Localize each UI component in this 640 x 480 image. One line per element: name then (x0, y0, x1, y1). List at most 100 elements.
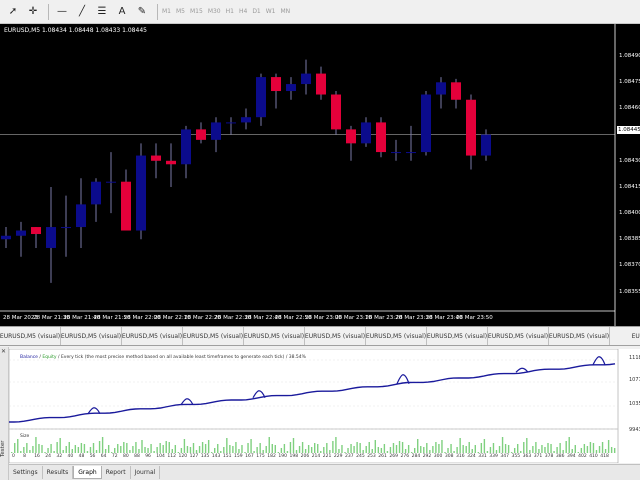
timeframe-h4[interactable]: H4 (239, 8, 247, 15)
graph-x-label: 112 (167, 454, 176, 459)
tester-graph[interactable]: Balance / Equity / Every tick (the most … (8, 348, 640, 464)
cursor-icon[interactable]: ➚ (4, 3, 22, 21)
chart-tab[interactable]: EURUSD,M5 (visual) (427, 327, 488, 345)
price-label: 1.08370 (619, 262, 640, 269)
size-bar (301, 442, 304, 453)
chart-tabs: EURUSD,M5 (visual) EURUSD,M5 (visual) EURU… (0, 326, 640, 346)
chart-tab[interactable]: EURUSD,M5 (visual) (244, 327, 305, 345)
size-label: Size (20, 434, 30, 439)
tester-tab-report[interactable]: Report (102, 466, 131, 479)
size-bar (450, 444, 452, 453)
size-bar (189, 447, 192, 453)
size-bar (347, 448, 349, 453)
size-bar (53, 451, 55, 453)
graph-x-label: 24 (45, 454, 52, 459)
graph-x-label: 190 (278, 454, 287, 459)
graph-x-label: 32 (56, 454, 63, 459)
size-bar (147, 448, 149, 453)
chart-tab[interactable]: EURUSD,M5 (visual) (183, 327, 244, 345)
size-bar (441, 440, 443, 453)
graph-x-label: 292 (422, 454, 432, 459)
size-bar (580, 448, 583, 453)
tester-tab-results[interactable]: Results (43, 466, 74, 479)
chart-tab[interactable]: EURUSD,M5 (visual) (549, 327, 610, 345)
text-icon[interactable]: A (113, 3, 131, 21)
timeframe-mn[interactable]: MN (281, 8, 291, 15)
size-bar (232, 446, 234, 453)
timeframe-m15[interactable]: M15 (190, 8, 203, 15)
chart-tab[interactable]: EURUSD,M5 (visual) (61, 327, 122, 345)
size-bar (520, 451, 522, 453)
chart-tab[interactable]: EURUSD,M5 (visual) (488, 327, 549, 345)
chart-tab[interactable]: EURU (610, 327, 640, 345)
timeframe-m1[interactable]: M1 (162, 8, 171, 15)
horizontal-line-icon[interactable]: — (53, 3, 71, 21)
timeframe-d1[interactable]: D1 (252, 8, 260, 15)
size-bar (171, 449, 173, 453)
graph-x-label: 143 (211, 454, 221, 459)
graph-x-label: 120 (178, 454, 188, 459)
size-bar (386, 451, 389, 453)
timeframe-m30[interactable]: M30 (208, 8, 221, 15)
tester-tab-journal[interactable]: Journal (131, 466, 161, 479)
candle-body (181, 129, 191, 165)
price-label: 1.08460 (619, 105, 640, 112)
price-chart[interactable]: EURUSD,M5 1.08434 1.08448 1.08433 1.0844… (0, 24, 640, 326)
graph-x-label: 0 (12, 454, 15, 459)
size-bar (250, 439, 252, 453)
size-bar (14, 443, 16, 453)
trendline-icon[interactable]: ╱ (73, 3, 91, 21)
size-bar (177, 452, 180, 453)
size-bar (35, 437, 37, 453)
size-bar (298, 446, 301, 453)
close-icon[interactable]: ✕ (1, 348, 6, 355)
candle-body (406, 152, 416, 154)
size-bar (353, 446, 355, 453)
size-bar (413, 448, 416, 453)
size-bar (453, 451, 455, 453)
tester-tab-graph[interactable]: Graph (73, 466, 102, 479)
chart-tab[interactable]: EURUSD,M5 (visual) (0, 327, 61, 345)
size-bar (20, 451, 22, 453)
size-bar (532, 446, 534, 453)
graph-x-label: 276 (400, 454, 410, 459)
candle-body (121, 181, 131, 231)
chart-tab[interactable]: EURUSD,M5 (visual) (122, 327, 183, 345)
size-bar (229, 445, 231, 453)
graph-x-label: 394 (567, 454, 576, 459)
size-bar (501, 437, 504, 453)
candle-body (481, 134, 491, 156)
size-bar (135, 442, 137, 453)
size-bar (541, 445, 543, 453)
size-bar (198, 446, 201, 453)
size-bar (89, 447, 92, 453)
size-bar (283, 444, 286, 453)
tester-title: Tester (0, 440, 6, 457)
size-bar (438, 444, 440, 453)
graph-x-label: 198 (289, 454, 299, 459)
size-bar (401, 442, 404, 453)
chart-tab[interactable]: EURUSD,M5 (visual) (305, 327, 366, 345)
size-bar (244, 452, 246, 453)
chart-tab[interactable]: EURUSD,M5 (visual) (366, 327, 427, 345)
size-bar (262, 450, 264, 453)
size-bar (489, 447, 492, 453)
size-bar (586, 446, 589, 453)
size-bar (129, 450, 131, 453)
timeframe-w1[interactable]: W1 (266, 8, 276, 15)
size-bar (62, 450, 64, 453)
toolbar-separator (48, 3, 49, 20)
size-bar (356, 442, 358, 453)
size-bar (23, 447, 25, 453)
size-bar (395, 445, 398, 453)
size-bar (74, 445, 77, 453)
crosshair-icon[interactable]: ✛ (24, 3, 42, 21)
timeframe-m5[interactable]: M5 (176, 8, 185, 15)
tester-tab-settings[interactable]: Settings (9, 466, 43, 479)
timeframe-h1[interactable]: H1 (226, 8, 234, 15)
channel-icon[interactable]: ☰ (93, 3, 111, 21)
graph-x-label: 363 (522, 454, 532, 459)
size-bar (123, 442, 125, 453)
shapes-icon[interactable]: ✎ (133, 3, 151, 21)
graph-x-label: 159 (234, 454, 243, 459)
